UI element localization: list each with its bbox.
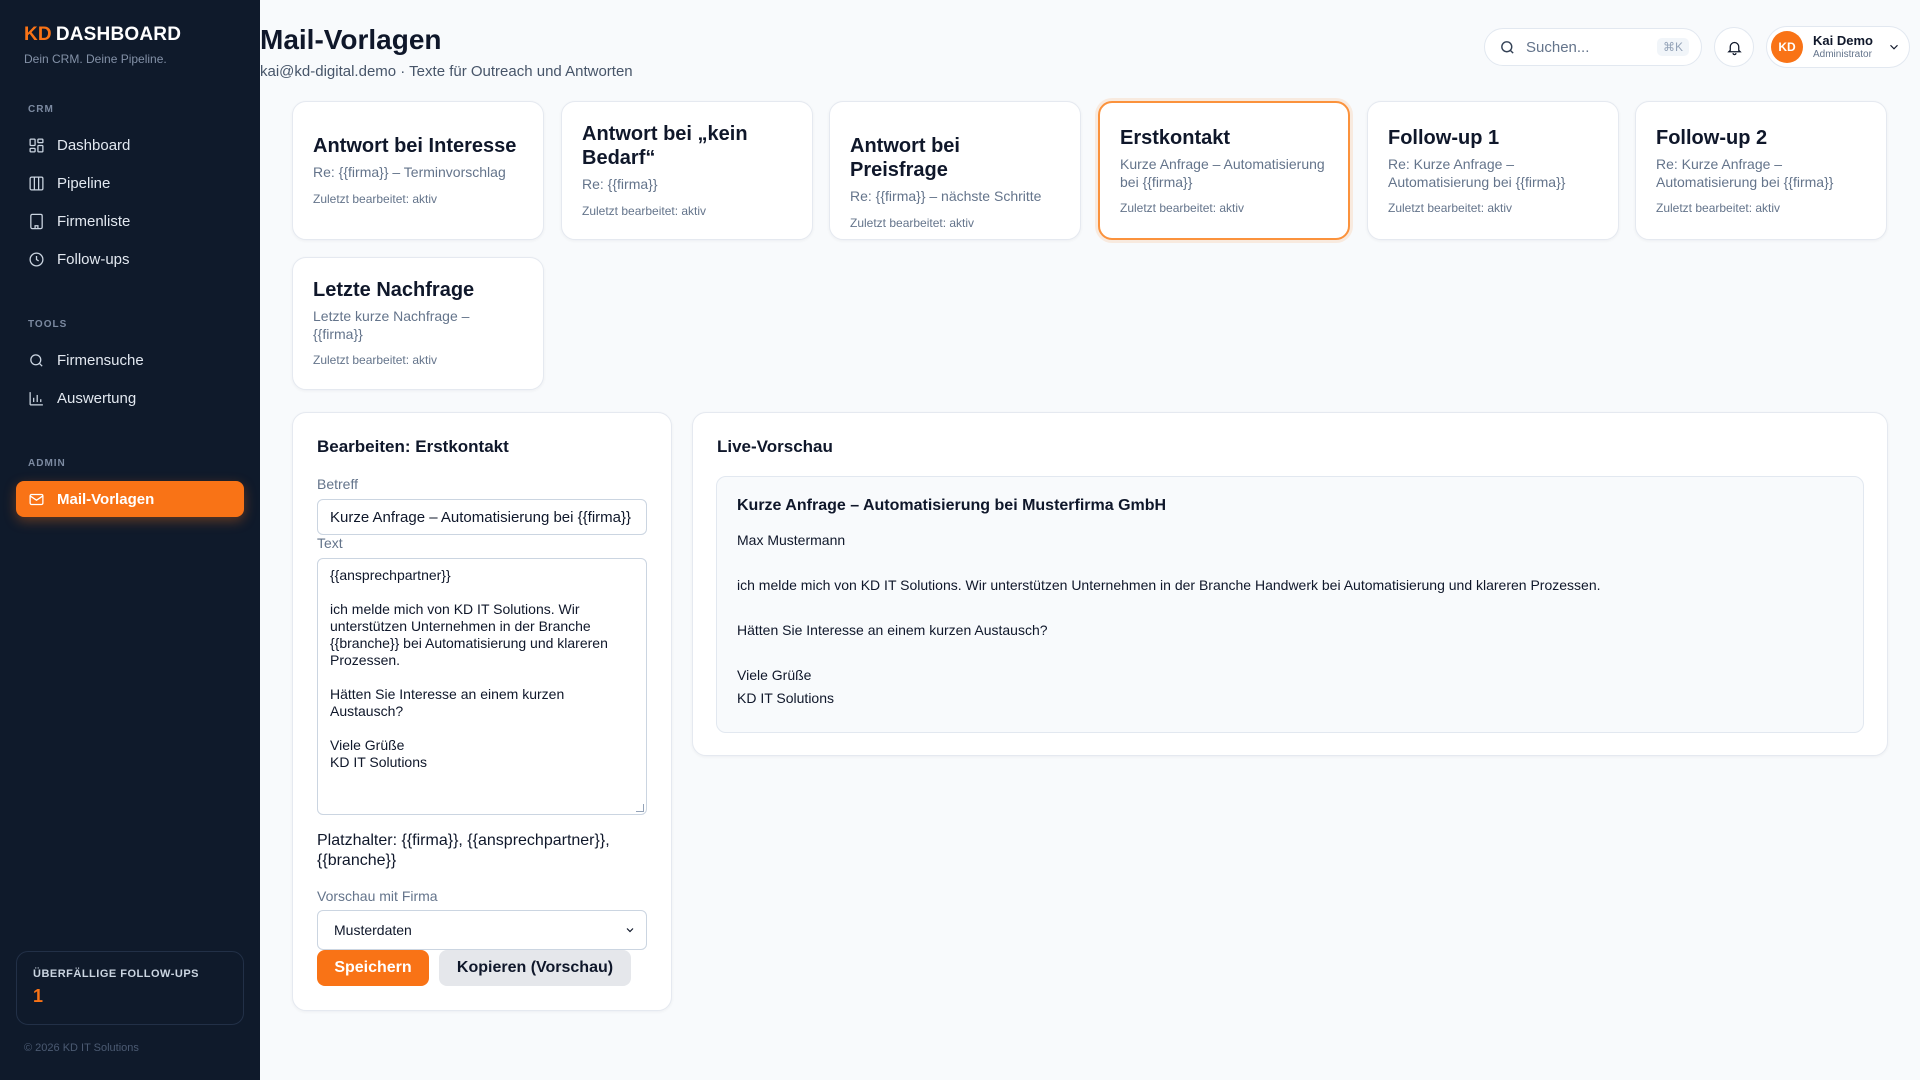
avatar: KD: [1771, 31, 1803, 63]
grid-icon: [29, 137, 44, 153]
template-card-subject: Kurze Anfrage – Automatisierung bei {{fi…: [1120, 156, 1325, 190]
template-card-edited: Zuletzt bearbeitet: aktiv: [850, 215, 975, 230]
user-info: Kai Demo Administrator: [1813, 33, 1877, 60]
search-shortcut: ⌘K: [1656, 38, 1689, 56]
preview-company-value: Musterdaten: [334, 922, 412, 938]
chevron-down-icon: [626, 928, 634, 933]
template-card-edited: Zuletzt bearbeitet: aktiv: [1656, 201, 1781, 215]
preview-body: Max Mustermann ich melde mich von KD IT …: [737, 532, 1601, 706]
sidebar-item-label: Auswertung: [57, 389, 137, 407]
sidebar-item-pipeline[interactable]: Pipeline: [16, 165, 244, 201]
sidebar: KD DASHBOARD Dein CRM. Deine Pipeline. CR…: [0, 0, 260, 1080]
user-name: Kai Demo: [1813, 33, 1873, 49]
copyright: © 2026 KD IT Solutions: [24, 1042, 139, 1054]
preview-subject: Kurze Anfrage – Automatisierung bei Must…: [737, 497, 1167, 514]
sidebar-item-followups[interactable]: Follow-ups: [16, 241, 244, 277]
sidebar-item-companies[interactable]: Firmenliste: [16, 203, 244, 239]
template-card-subject: Re: Kurze Anfrage – Automatisierung bei …: [1656, 156, 1834, 190]
resize-handle[interactable]: [636, 804, 644, 812]
template-card-edited: Zuletzt bearbeitet: aktiv: [582, 203, 707, 218]
template-card-edited: Zuletzt bearbeitet: aktiv: [1120, 201, 1245, 215]
page-title: Mail-Vorlagen: [260, 24, 442, 55]
sidebar-item-label: Mail-Vorlagen: [57, 490, 155, 508]
sidebar-item-company-search[interactable]: Firmensuche: [16, 342, 244, 378]
template-card-last-inquiry[interactable]: Letzte Nachfrage Letzte kurze Nachfrage …: [292, 257, 544, 390]
clock-icon: [29, 251, 44, 267]
template-card-price[interactable]: Antwort bei Preisfrage Re: {{firma}} – n…: [829, 101, 1081, 240]
editor-title: Bearbeiten: Erstkontakt: [317, 437, 509, 456]
template-card-subject: Re: {{firma}} – Terminvorschlag: [313, 164, 506, 180]
template-card-title: Antwort bei Interesse: [313, 135, 517, 157]
sidebar-item-analytics[interactable]: Auswertung: [16, 380, 244, 416]
placeholder-hint: Platzhalter: {{firma}}, {{ansprechpartne…: [317, 832, 610, 869]
editor-panel: Bearbeiten: Erstkontakt Betreff Kurze An…: [292, 412, 672, 1011]
template-card-subject: Letzte kurze Nachfrage – {{firma}}: [313, 308, 470, 342]
template-card-followup-1[interactable]: Follow-up 1 Re: Kurze Anfrage – Automati…: [1367, 101, 1619, 240]
sidebar-item-label: Firmenliste: [57, 212, 131, 230]
overdue-followups-card[interactable]: ÜBERFÄLLIGE FOLLOW-UPS 1: [16, 951, 244, 1025]
template-card-title: Follow-up 1: [1388, 127, 1500, 149]
preview-company-select[interactable]: Musterdaten: [317, 910, 647, 950]
subject-label: Betreff: [317, 476, 358, 492]
sidebar-item-label: Dashboard: [57, 136, 131, 154]
page-subtitle: kai@kd-digital.demo · Texte für Outreach…: [260, 63, 633, 80]
overdue-followups-label: ÜBERFÄLLIGE FOLLOW-UPS: [33, 968, 199, 980]
bar-chart-icon: [29, 391, 43, 406]
bell-icon: [1726, 41, 1742, 55]
sidebar-item-label: Follow-ups: [57, 250, 130, 268]
columns-icon: [29, 175, 44, 191]
subject-input[interactable]: Kurze Anfrage – Automatisierung bei {{fi…: [317, 499, 647, 535]
sidebar-item-dashboard[interactable]: Dashboard: [16, 127, 244, 163]
search-icon: [1501, 40, 1514, 54]
save-button[interactable]: Speichern: [317, 950, 429, 986]
template-card-title: Antwort bei „kein Bedarf“: [582, 123, 748, 169]
template-card-title: Letzte Nachfrage: [313, 279, 475, 301]
preview-company-label: Vorschau mit Firma: [317, 888, 438, 904]
user-role: Administrator: [1813, 48, 1872, 60]
brand-name: DASHBOARD: [55, 24, 182, 45]
brand-tagline: Dein CRM. Deine Pipeline.: [24, 52, 167, 66]
overdue-followups-count: 1: [33, 986, 44, 1006]
template-card-title: Antwort bei Preisfrage: [850, 135, 960, 181]
template-card-first-contact[interactable]: Erstkontakt Kurze Anfrage – Automatisier…: [1098, 101, 1350, 240]
preview-mail: Kurze Anfrage – Automatisierung bei Must…: [716, 476, 1864, 733]
nav-section-tools: TOOLS: [28, 319, 68, 330]
template-card-title: Erstkontakt: [1120, 127, 1231, 149]
template-card-interest[interactable]: Antwort bei Interesse Re: {{firma}} – Te…: [292, 101, 544, 240]
live-preview-title: Live-Vorschau: [717, 437, 833, 456]
search-input[interactable]: Suchen... ⌘K: [1484, 28, 1702, 66]
template-card-edited: Zuletzt bearbeitet: aktiv: [313, 191, 438, 206]
search-icon: [30, 353, 43, 367]
sidebar-item-label: Firmensuche: [57, 351, 144, 369]
chevron-down-icon: [1890, 44, 1898, 50]
user-menu[interactable]: KD Kai Demo Administrator: [1766, 26, 1910, 68]
template-card-subject: Re: Kurze Anfrage – Automatisierung bei …: [1388, 156, 1566, 190]
template-card-edited: Zuletzt bearbeitet: aktiv: [1388, 201, 1513, 215]
brand-mark: KD: [24, 24, 52, 45]
brand-logo[interactable]: KD DASHBOARD: [16, 24, 244, 46]
template-card-edited: Zuletzt bearbeitet: aktiv: [313, 353, 438, 367]
text-textarea[interactable]: {{ansprechpartner}} ich melde mich von K…: [317, 558, 647, 815]
notifications-button[interactable]: [1714, 27, 1754, 67]
template-card-followup-2[interactable]: Follow-up 2 Re: Kurze Anfrage – Automati…: [1635, 101, 1887, 240]
sidebar-item-mail-templates[interactable]: Mail-Vorlagen: [16, 481, 244, 517]
copy-preview-button[interactable]: Kopieren (Vorschau): [439, 950, 631, 986]
building-icon: [30, 213, 43, 229]
text-label: Text: [317, 535, 343, 551]
nav-section-crm: CRM: [28, 104, 54, 115]
sidebar-item-label: Pipeline: [57, 174, 111, 192]
template-card-title: Follow-up 2: [1656, 127, 1768, 149]
mail-icon: [29, 493, 44, 505]
template-card-subject: Re: {{firma}}: [582, 176, 658, 192]
search-placeholder: Suchen...: [1526, 38, 1590, 56]
nav-section-admin: ADMIN: [28, 458, 66, 469]
template-card-subject: Re: {{firma}} – nächste Schritte: [850, 188, 1042, 204]
template-card-no-need[interactable]: Antwort bei „kein Bedarf“ Re: {{firma}} …: [561, 101, 813, 240]
text-textarea-content: {{ansprechpartner}} ich melde mich von K…: [330, 567, 608, 770]
